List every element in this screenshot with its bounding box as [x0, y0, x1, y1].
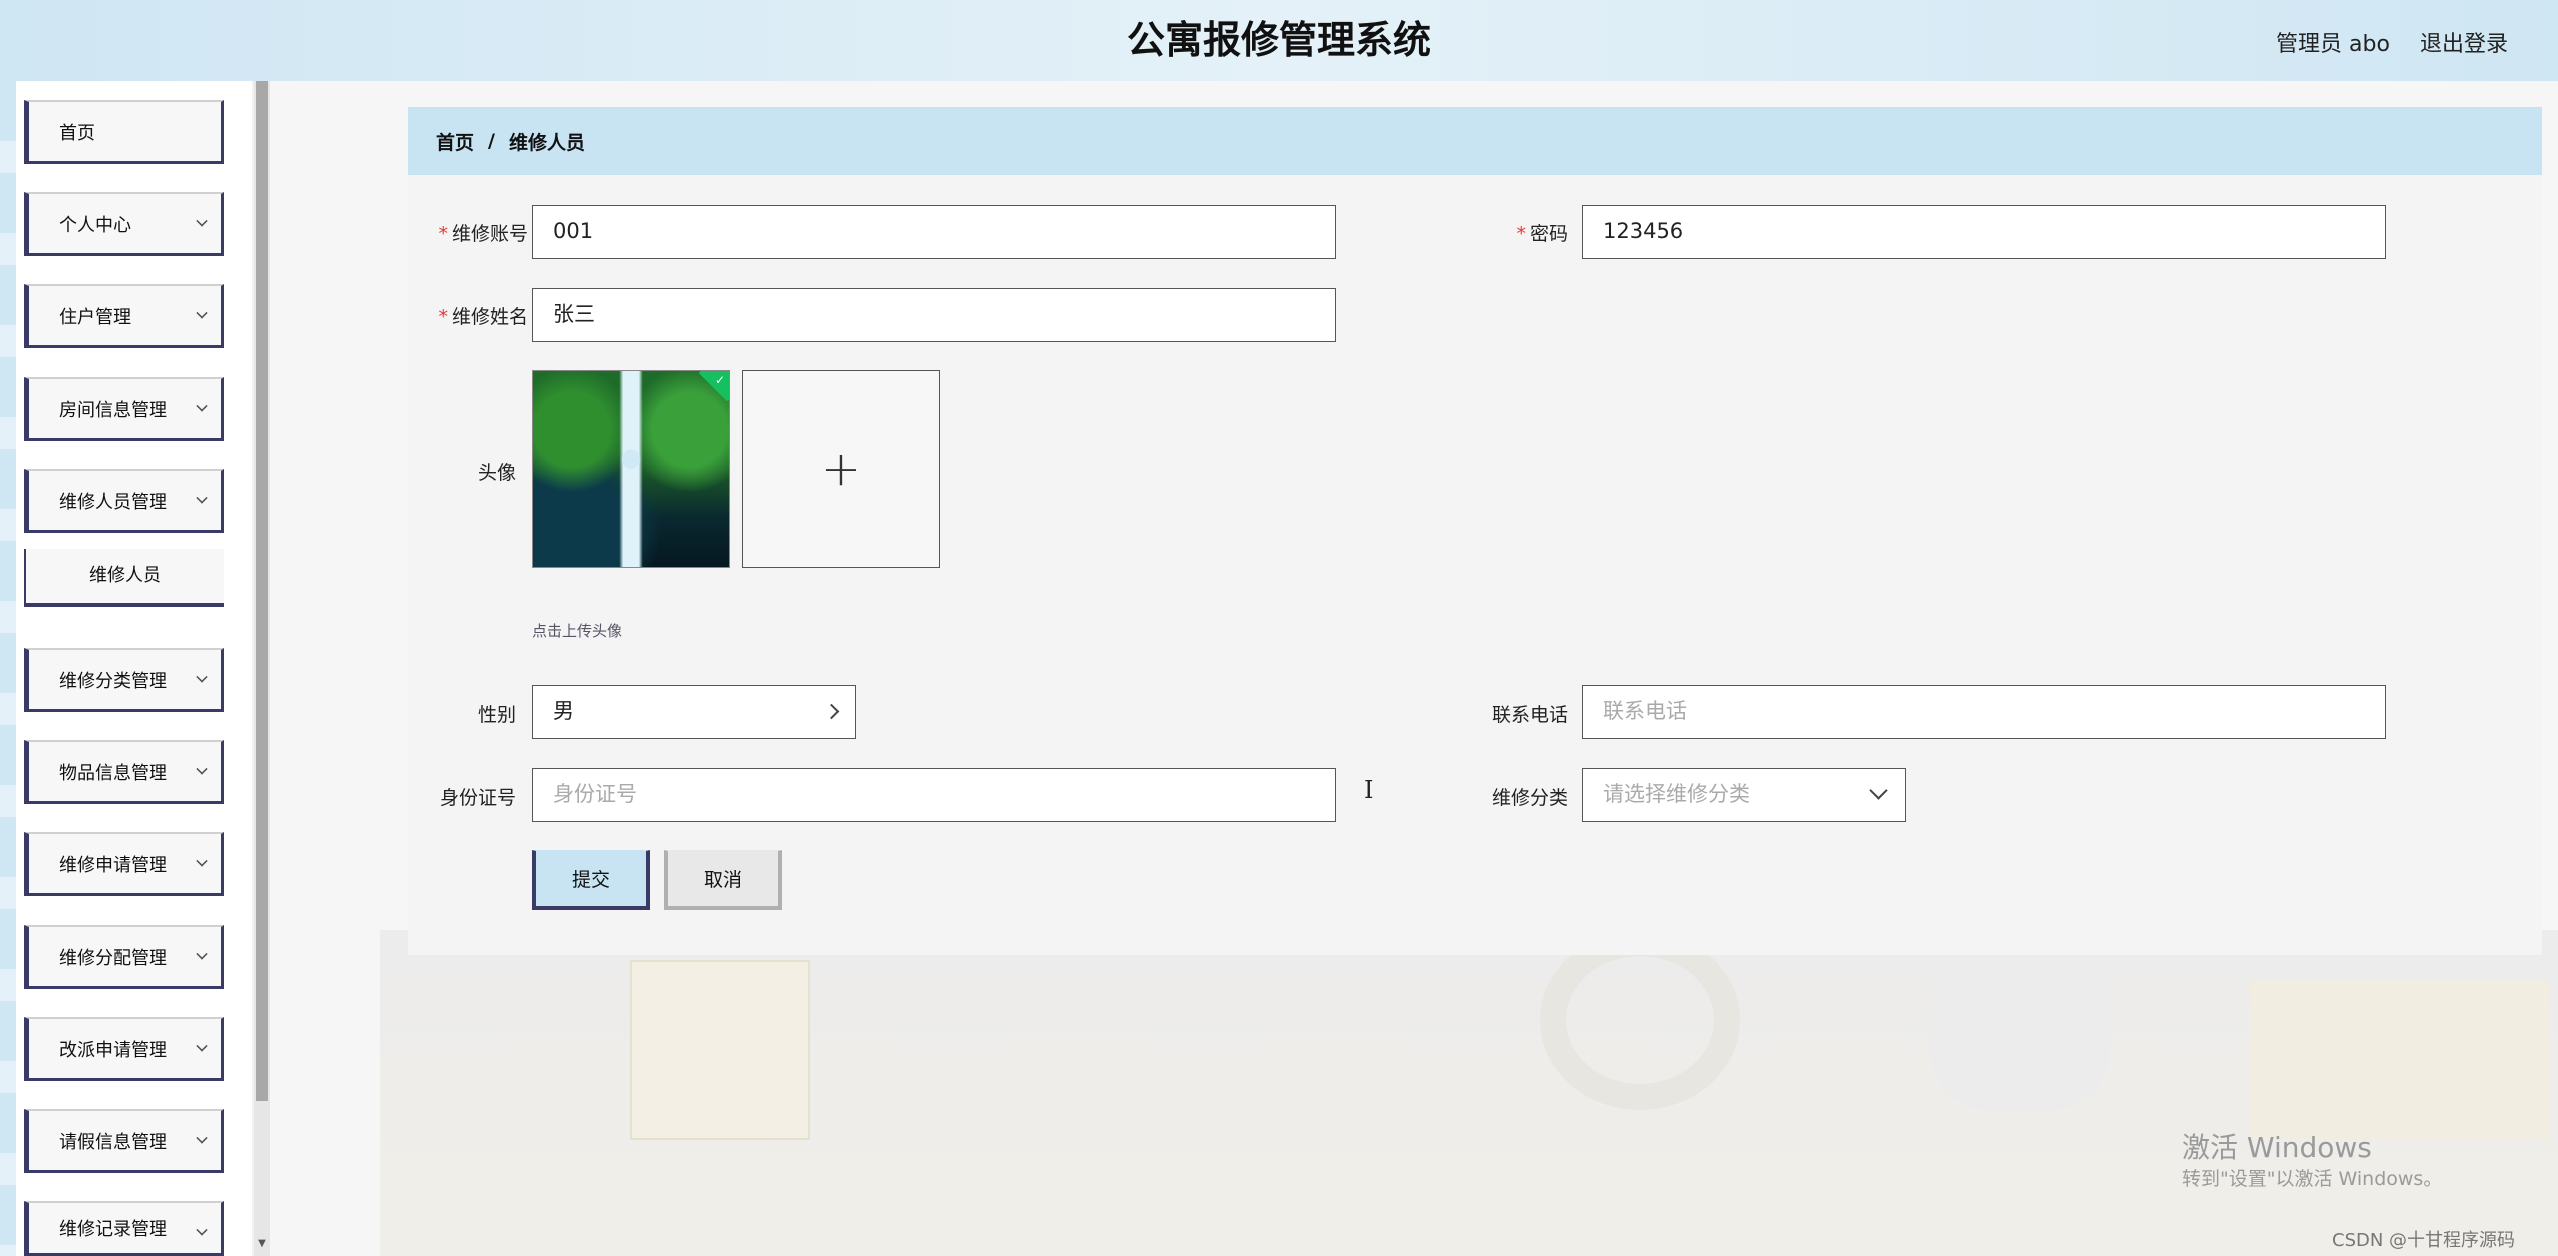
csdn-watermark: CSDN @十甘程序源码 [2332, 1230, 2516, 1251]
upload-hint: 点击上传头像 [532, 622, 623, 640]
sidebar-item-repair-request[interactable]: 维修申请管理 [24, 832, 224, 896]
avatar-image[interactable]: ✓ [532, 370, 730, 568]
idcard-input[interactable]: 身份证号 [532, 768, 1336, 822]
background-decor [1540, 930, 1740, 1110]
gender-select[interactable]: 男 [532, 685, 856, 739]
sidebar-item-label: 维修记录管理 [59, 1219, 167, 1240]
required-mark: * [438, 306, 448, 328]
text-cursor-icon: I [1364, 776, 1374, 804]
name-label: * 维修姓名 [408, 302, 528, 329]
chevron-down-icon [196, 855, 208, 867]
upload-avatar-button[interactable]: + [742, 370, 940, 568]
sidebar-item-home[interactable]: 首页 [24, 100, 224, 164]
password-label-text: 密码 [1529, 223, 1568, 245]
background-decor [1930, 940, 2110, 1110]
logout-link[interactable]: 退出登录 [2420, 26, 2508, 58]
cancel-button[interactable]: 取消 [664, 850, 782, 910]
account-label: * 维修账号 [408, 219, 528, 246]
name-label-text: 维修姓名 [451, 306, 528, 328]
phone-label: 联系电话 [1491, 704, 1568, 726]
account-label-text: 维修账号 [451, 223, 528, 245]
breadcrumb-home[interactable]: 首页 [436, 128, 474, 155]
idcard-label: 身份证号 [439, 787, 516, 809]
avatar-label: 头像 [477, 462, 516, 484]
chevron-down-icon [196, 948, 208, 960]
phone-input[interactable]: 联系电话 [1582, 685, 2386, 739]
category-select[interactable]: 请选择维修分类 [1582, 768, 1906, 822]
breadcrumb-current: 维修人员 [508, 131, 585, 154]
sidebar-item-label: 维修人员管理 [59, 491, 167, 513]
scroll-thumb[interactable] [256, 81, 268, 1101]
sidebar-item-label: 首页 [59, 122, 95, 144]
check-icon: ✓ [714, 373, 725, 387]
password-label: * 密码 [1448, 219, 1568, 246]
chevron-right-icon [823, 703, 840, 720]
sidebar-item-label: 请假信息管理 [59, 1131, 167, 1153]
app-title: 公寓报修管理系统 [1126, 18, 1431, 62]
scroll-down-icon[interactable]: ▼ [254, 1236, 270, 1252]
chevron-down-icon [196, 1040, 208, 1052]
name-input[interactable]: 张三 [532, 288, 1336, 342]
chevron-down-icon [196, 307, 208, 319]
background-decor [630, 960, 810, 1140]
sidebar-item-leave[interactable]: 请假信息管理 [24, 1109, 224, 1173]
sidebar-item-reassign[interactable]: 改派申请管理 [24, 1017, 224, 1081]
breadcrumb-separator: / [488, 130, 495, 152]
current-user: 管理员 abo [2276, 32, 2390, 57]
sidebar-item-repair-record[interactable]: 维修记录管理 [24, 1201, 224, 1256]
background-decor [2250, 980, 2550, 1140]
chevron-down-icon [196, 215, 208, 227]
sidebar-item-label: 维修申请管理 [59, 854, 167, 876]
sidebar-subitem-repair-staff[interactable]: 维修人员 [24, 549, 224, 607]
sidebar-item-repair-staff-mgmt[interactable]: 维修人员管理 [24, 469, 224, 533]
sidebar-item-rooms[interactable]: 房间信息管理 [24, 377, 224, 441]
required-mark: * [1516, 223, 1526, 245]
chevron-down-icon [196, 763, 208, 775]
sidebar-item-label: 个人中心 [59, 214, 131, 236]
account-input[interactable]: 001 [532, 205, 1336, 259]
gender-label: 性别 [477, 704, 516, 726]
sidebar-item-residents[interactable]: 住户管理 [24, 284, 224, 348]
category-label: 维修分类 [1491, 787, 1568, 809]
chevron-down-icon [196, 492, 208, 504]
sidebar-item-label: 房间信息管理 [59, 399, 167, 421]
windows-activation-title: 激活 Windows [2182, 1131, 2372, 1164]
breadcrumb: 首页 / 维修人员 [408, 107, 2542, 175]
chevron-down-icon [1869, 781, 1888, 800]
sidebar-scrollbar[interactable]: ▼ [254, 81, 270, 1256]
sidebar-decor [0, 81, 16, 1256]
sidebar-item-repair-category[interactable]: 维修分类管理 [24, 648, 224, 712]
sidebar-item-label: 物品信息管理 [59, 762, 167, 784]
submit-button[interactable]: 提交 [532, 850, 650, 910]
sidebar-item-label: 住户管理 [59, 306, 131, 328]
required-mark: * [438, 223, 448, 245]
chevron-down-icon [196, 1132, 208, 1144]
sidebar-item-label: 维修分类管理 [59, 670, 167, 692]
category-placeholder: 请选择维修分类 [1603, 782, 1750, 806]
sidebar-item-personal[interactable]: 个人中心 [24, 192, 224, 256]
chevron-down-icon [196, 671, 208, 683]
sidebar-item-repair-assign[interactable]: 维修分配管理 [24, 925, 224, 989]
sidebar-item-label: 维修分配管理 [59, 947, 167, 969]
sidebar-item-label: 改派申请管理 [59, 1039, 167, 1061]
windows-activation-desc: 转到"设置"以激活 Windows。 [2182, 1168, 2443, 1190]
gender-value: 男 [553, 699, 574, 723]
chevron-down-icon [196, 400, 208, 412]
sidebar-item-goods[interactable]: 物品信息管理 [24, 740, 224, 804]
password-input[interactable]: 123456 [1582, 205, 2386, 259]
chevron-down-icon [196, 1224, 208, 1236]
